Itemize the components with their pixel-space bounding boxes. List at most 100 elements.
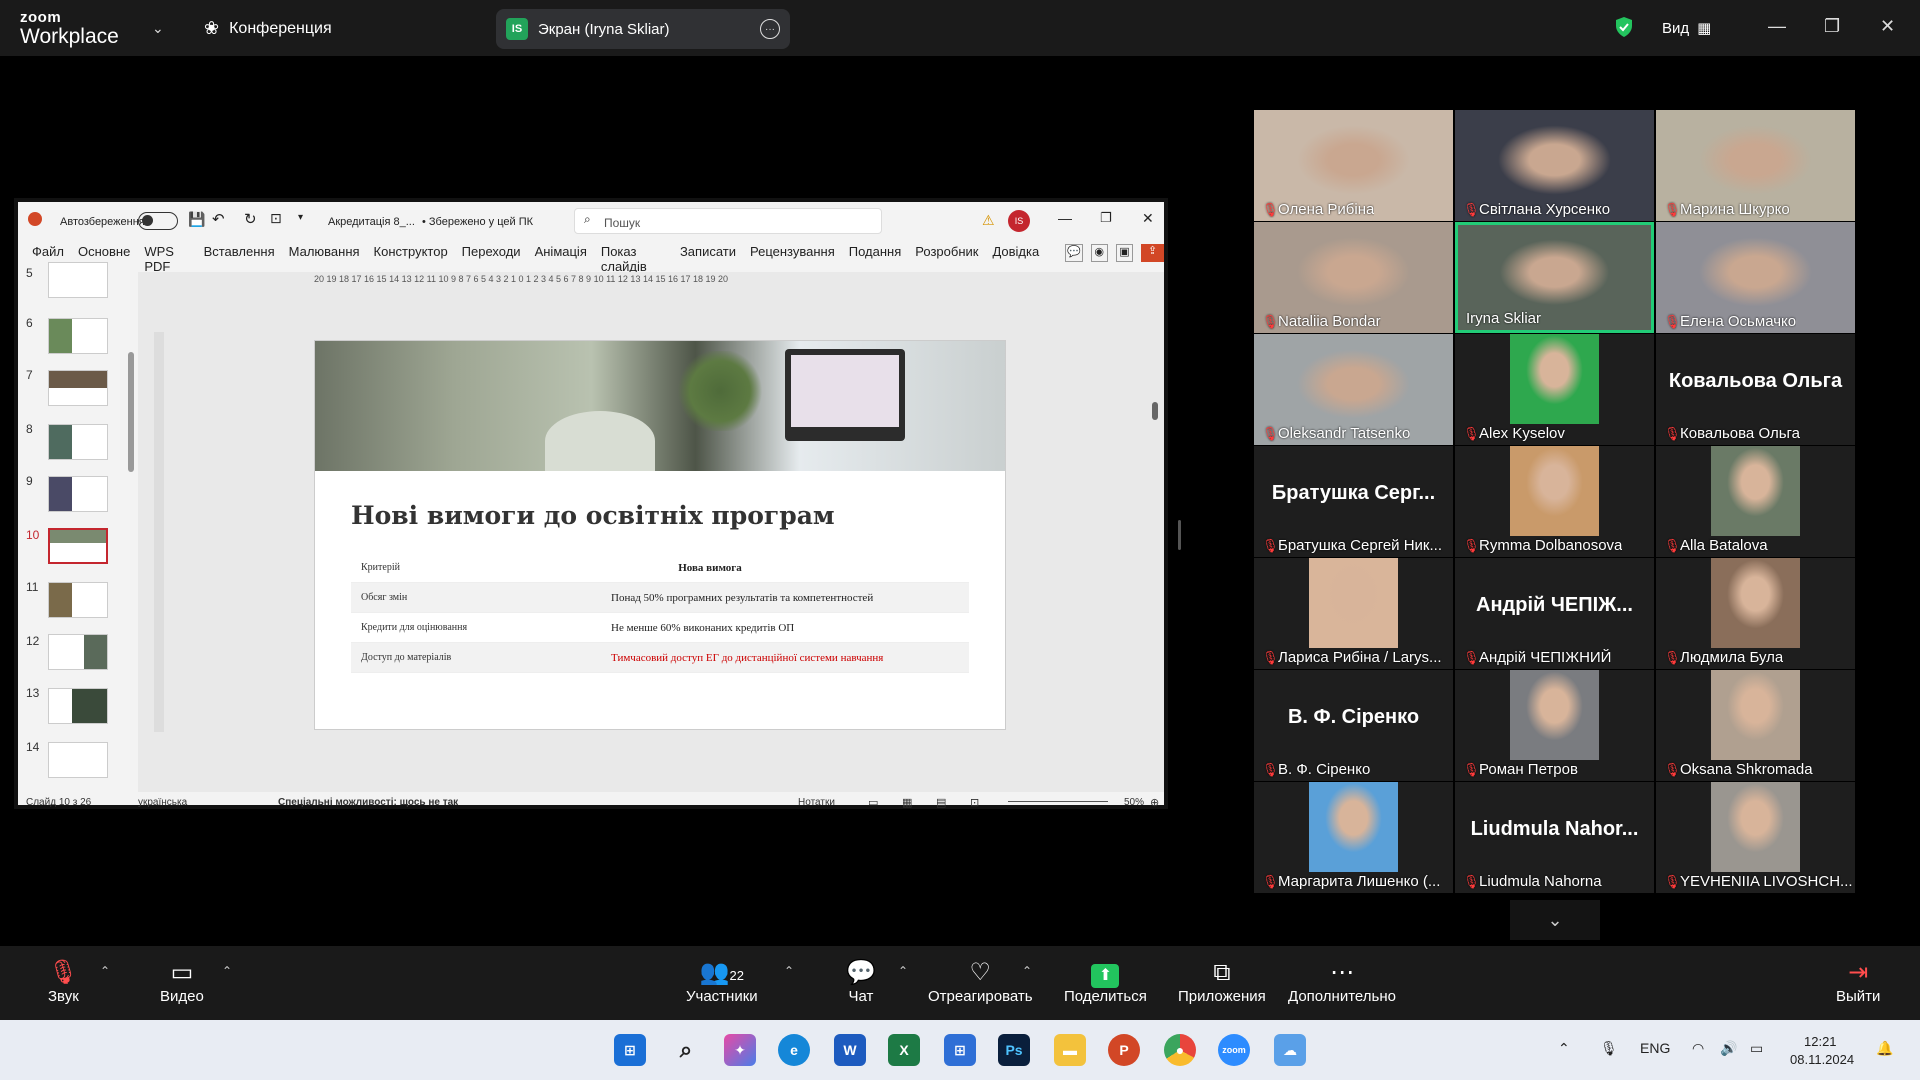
- slide-thumbnail[interactable]: [48, 688, 108, 724]
- weather-icon[interactable]: ☁: [1274, 1034, 1306, 1066]
- slide-thumbnail[interactable]: [48, 476, 108, 512]
- tab-record[interactable]: Записати: [680, 244, 736, 268]
- slide-thumbnail-selected[interactable]: [48, 528, 108, 564]
- current-slide[interactable]: Нові вимоги до освітніх програм Критерій…: [314, 340, 1006, 730]
- quick-access-dropdown-icon[interactable]: ▾: [298, 212, 303, 223]
- leave-button[interactable]: ⇥ Выйти: [1836, 958, 1880, 1005]
- participant-tile[interactable]: 🎙 Oleksandr Tatsenko: [1254, 334, 1453, 445]
- microphone-tray-icon[interactable]: 🎙: [1600, 1040, 1618, 1057]
- zoom-level[interactable]: 50%: [1124, 797, 1144, 808]
- slide-thumbnail[interactable]: [48, 742, 108, 778]
- tab-developer[interactable]: Розробник: [915, 244, 978, 268]
- chrome-icon[interactable]: ●: [1164, 1034, 1196, 1066]
- apps-button[interactable]: ⧉ Приложения: [1178, 958, 1266, 1005]
- store-icon[interactable]: ⊞: [944, 1034, 976, 1066]
- notes-button[interactable]: Нотатки: [798, 797, 835, 808]
- video-button[interactable]: ▭ Видео: [160, 958, 204, 1005]
- start-icon[interactable]: ⊞: [614, 1034, 646, 1066]
- participant-tile[interactable]: В. Ф. Сіренко 🎙 В. Ф. Сіренко: [1254, 670, 1453, 781]
- ppt-close-icon[interactable]: ✕: [1142, 210, 1154, 227]
- panel-resize-handle[interactable]: [1178, 520, 1181, 550]
- tray-overflow-icon[interactable]: ⌃: [1558, 1040, 1570, 1057]
- teams-icon[interactable]: ▣: [1115, 244, 1134, 262]
- photoshop-icon[interactable]: Ps: [998, 1034, 1030, 1066]
- tab-review[interactable]: Рецензування: [750, 244, 835, 268]
- powerpoint-taskbar-icon[interactable]: P: [1108, 1034, 1140, 1066]
- present-icon[interactable]: ⊡: [270, 210, 282, 227]
- participant-tile[interactable]: 🎙 Елена Осьмачко: [1656, 222, 1855, 333]
- close-icon[interactable]: ✕: [1880, 16, 1895, 37]
- thumbnail-scrollbar[interactable]: [128, 352, 134, 472]
- participants-button[interactable]: 👥22 Участники: [686, 958, 758, 1005]
- reading-view-icon[interactable]: ▤: [936, 796, 946, 809]
- participant-tile[interactable]: 🎙 Alla Batalova: [1656, 446, 1855, 557]
- tab-animation[interactable]: Анімація: [535, 244, 587, 268]
- battery-icon[interactable]: ▭: [1750, 1040, 1763, 1057]
- participant-tile[interactable]: 🎙 Світлана Хурсенко: [1455, 110, 1654, 221]
- redo-icon[interactable]: ↻: [244, 210, 257, 228]
- more-button[interactable]: ⋯ Дополнительно: [1288, 958, 1396, 1005]
- participant-tile[interactable]: 🎙 Alex Kyselov: [1455, 334, 1654, 445]
- chevron-down-icon[interactable]: ⌄: [152, 20, 164, 37]
- participant-tile[interactable]: 🎙 Олена Рибіна: [1254, 110, 1453, 221]
- tab-design[interactable]: Конструктор: [374, 244, 448, 268]
- participant-tile[interactable]: Братушка Серг... 🎙 Братушка Сергей Ник...: [1254, 446, 1453, 557]
- participant-tile[interactable]: 🎙 Лариса Рибіна / Larys...: [1254, 558, 1453, 669]
- shield-icon[interactable]: [1614, 16, 1634, 38]
- slide-thumbnail[interactable]: [48, 424, 108, 460]
- view-button[interactable]: Вид ▦: [1662, 19, 1711, 38]
- video-options-caret[interactable]: ⌃: [222, 964, 232, 978]
- slide-scrollbar[interactable]: [1152, 402, 1158, 420]
- tab-help[interactable]: Довідка: [992, 244, 1039, 268]
- zoom-taskbar-icon[interactable]: zoom: [1218, 1034, 1250, 1066]
- slideshow-icon[interactable]: ⊡: [970, 796, 979, 809]
- audio-options-caret[interactable]: ⌃: [100, 964, 110, 978]
- participant-tile[interactable]: 🎙 Маргарита Лишенко (...: [1254, 782, 1453, 893]
- slide-thumbnail[interactable]: [48, 370, 108, 406]
- volume-icon[interactable]: 🔊: [1720, 1040, 1737, 1057]
- accessibility-status[interactable]: Спеціальні можливості: щось не так: [278, 797, 458, 808]
- ppt-minimize-icon[interactable]: —: [1058, 210, 1072, 226]
- share-icon[interactable]: ⇪: [1141, 244, 1164, 262]
- participant-tile[interactable]: Андрій ЧЕПІЖ... 🎙 Андрій ЧЕПІЖНИЙ: [1455, 558, 1654, 669]
- participant-tile[interactable]: 🎙 Марина Шкурко: [1656, 110, 1855, 221]
- slide-thumbnail[interactable]: [48, 582, 108, 618]
- save-status[interactable]: • Збережено у цей ПК: [422, 216, 533, 228]
- participant-tile[interactable]: Ковальова Ольга 🎙 Ковальова Ольга: [1656, 334, 1855, 445]
- participant-tile[interactable]: 🎙 Nataliia Bondar: [1254, 222, 1453, 333]
- normal-view-icon[interactable]: ▭: [868, 796, 878, 809]
- more-options-icon[interactable]: ···: [760, 19, 780, 39]
- excel-icon[interactable]: X: [888, 1034, 920, 1066]
- zoom-slider[interactable]: [1008, 801, 1108, 802]
- participant-tile[interactable]: 🎙 Роман Петров: [1455, 670, 1654, 781]
- comments-icon[interactable]: 💬: [1065, 244, 1083, 262]
- fit-slide-icon[interactable]: ⊕: [1150, 796, 1159, 809]
- search-taskbar-icon[interactable]: ⌕: [670, 1034, 702, 1066]
- language-indicator[interactable]: ENG: [1640, 1040, 1670, 1056]
- clock-time[interactable]: 12:21: [1804, 1034, 1837, 1049]
- participant-tile[interactable]: Liudmula Nahor... 🎙 Liudmula Nahorna: [1455, 782, 1654, 893]
- audio-button[interactable]: 🎙 Звук: [48, 958, 79, 1005]
- minimize-icon[interactable]: —: [1768, 16, 1786, 37]
- participant-tile[interactable]: 🎙 Rymma Dolbanosova: [1455, 446, 1654, 557]
- warning-icon[interactable]: ⚠: [982, 212, 995, 229]
- participant-tile[interactable]: 🎙 YEVHENIIA LIVOSHCH...: [1656, 782, 1855, 893]
- record-icon[interactable]: ◉: [1090, 244, 1108, 262]
- slide-thumbnail[interactable]: [48, 262, 108, 298]
- share-button[interactable]: ⬆ Поделиться: [1064, 958, 1147, 1005]
- tab-draw[interactable]: Малювання: [289, 244, 360, 268]
- clock-date[interactable]: 08.11.2024: [1790, 1052, 1854, 1067]
- restore-icon[interactable]: ❐: [1824, 16, 1840, 37]
- tab-transitions[interactable]: Переходи: [462, 244, 521, 268]
- participant-tile[interactable]: Iryna Skliar: [1455, 222, 1654, 333]
- tab-view[interactable]: Подання: [849, 244, 902, 268]
- slide-sorter-icon[interactable]: ▦: [902, 796, 912, 809]
- screen-share-pill[interactable]: IS Экран (Iryna Skliar) ···: [496, 9, 790, 49]
- participant-tile[interactable]: 🎙 Oksana Shkromada: [1656, 670, 1855, 781]
- conference-menu[interactable]: ❀ Конференция: [204, 18, 332, 39]
- word-icon[interactable]: W: [834, 1034, 866, 1066]
- slide-thumbnail[interactable]: [48, 318, 108, 354]
- save-icon[interactable]: 💾: [188, 211, 205, 228]
- undo-icon[interactable]: ↶: [212, 210, 225, 228]
- chat-button[interactable]: 💬 Чат: [846, 958, 876, 1005]
